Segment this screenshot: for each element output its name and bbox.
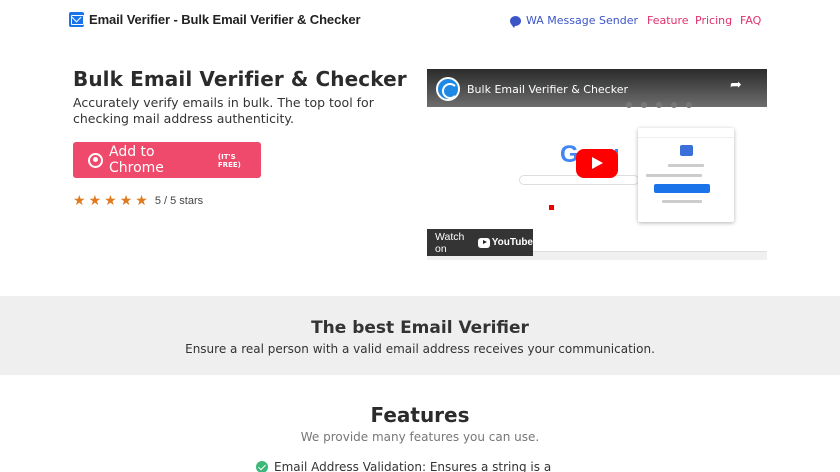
share-icon[interactable]: ➦ <box>730 77 742 93</box>
watch-on-youtube-button[interactable]: Watch on YouTube <box>427 229 533 256</box>
brand-title: Email Verifier - Bulk Email Verifier & C… <box>89 12 361 27</box>
star-icon: ★ <box>135 193 148 209</box>
wa-message-sender-link[interactable]: WA Message Sender <box>510 14 638 28</box>
popup-add-task-button <box>654 184 710 193</box>
envelope-icon <box>69 12 84 27</box>
feature-item: Email Address Validation: Ensures a stri… <box>256 460 551 472</box>
wa-link-label: WA Message Sender <box>526 14 638 27</box>
popup-header <box>638 128 734 138</box>
popup-status-line <box>646 174 702 177</box>
star-icon: ★ <box>104 193 117 209</box>
robot-icon <box>680 145 693 156</box>
band-title: The best Email Verifier <box>311 318 529 338</box>
nav-link-pricing[interactable]: Pricing <box>695 14 732 27</box>
star-rating: ★ ★ ★ ★ ★ 5 / 5 stars <box>73 193 203 209</box>
video-embed[interactable]: Goog Bulk Email Verifier & Checker ➦ Wat… <box>427 69 767 260</box>
top-nav: Email Verifier - Bulk Email Verifier & C… <box>0 0 840 42</box>
play-button-icon[interactable] <box>576 149 618 178</box>
cta-label: Add to Chrome <box>108 144 164 176</box>
brand-link[interactable]: Email Verifier - Bulk Email Verifier & C… <box>69 12 361 27</box>
features-title: Features <box>370 403 470 427</box>
features-subtitle: We provide many features you can use. <box>300 430 540 444</box>
channel-logo-icon[interactable] <box>436 77 460 101</box>
cta-free-badge: (IT'S FREE) <box>217 152 241 169</box>
popup-history-line <box>662 200 702 203</box>
video-title[interactable]: Bulk Email Verifier & Checker <box>467 83 628 96</box>
popup-progress-line <box>668 164 704 167</box>
star-icon: ★ <box>119 193 133 209</box>
feature-item-text: Email Address Validation: Ensures a stri… <box>274 460 552 472</box>
hero-subtitle: Accurately verify emails in bulk. The to… <box>73 95 374 126</box>
youtube-mini-icon <box>549 205 554 210</box>
youtube-wordmark: YouTube <box>491 237 533 248</box>
nav-link-faq[interactable]: FAQ <box>740 14 761 27</box>
band-subtitle: Ensure a real person with a valid email … <box>185 342 655 356</box>
youtube-icon <box>477 237 490 248</box>
chrome-icon <box>88 152 103 168</box>
add-to-chrome-button[interactable]: Add to Chrome (IT'S FREE) <box>73 142 261 178</box>
star-icon: ★ <box>73 193 86 209</box>
nav-link-feature[interactable]: Feature <box>647 14 689 27</box>
video-toolbar-icons <box>617 93 767 108</box>
rating-text: 5 / 5 stars <box>154 195 204 207</box>
hero-title: Bulk Email Verifier & Checker <box>73 67 407 91</box>
chat-bubble-icon <box>510 15 521 28</box>
extension-popup <box>638 128 734 222</box>
check-circle-icon <box>256 461 268 472</box>
watch-on-label: Watch on <box>435 230 465 255</box>
star-icon: ★ <box>88 193 102 209</box>
